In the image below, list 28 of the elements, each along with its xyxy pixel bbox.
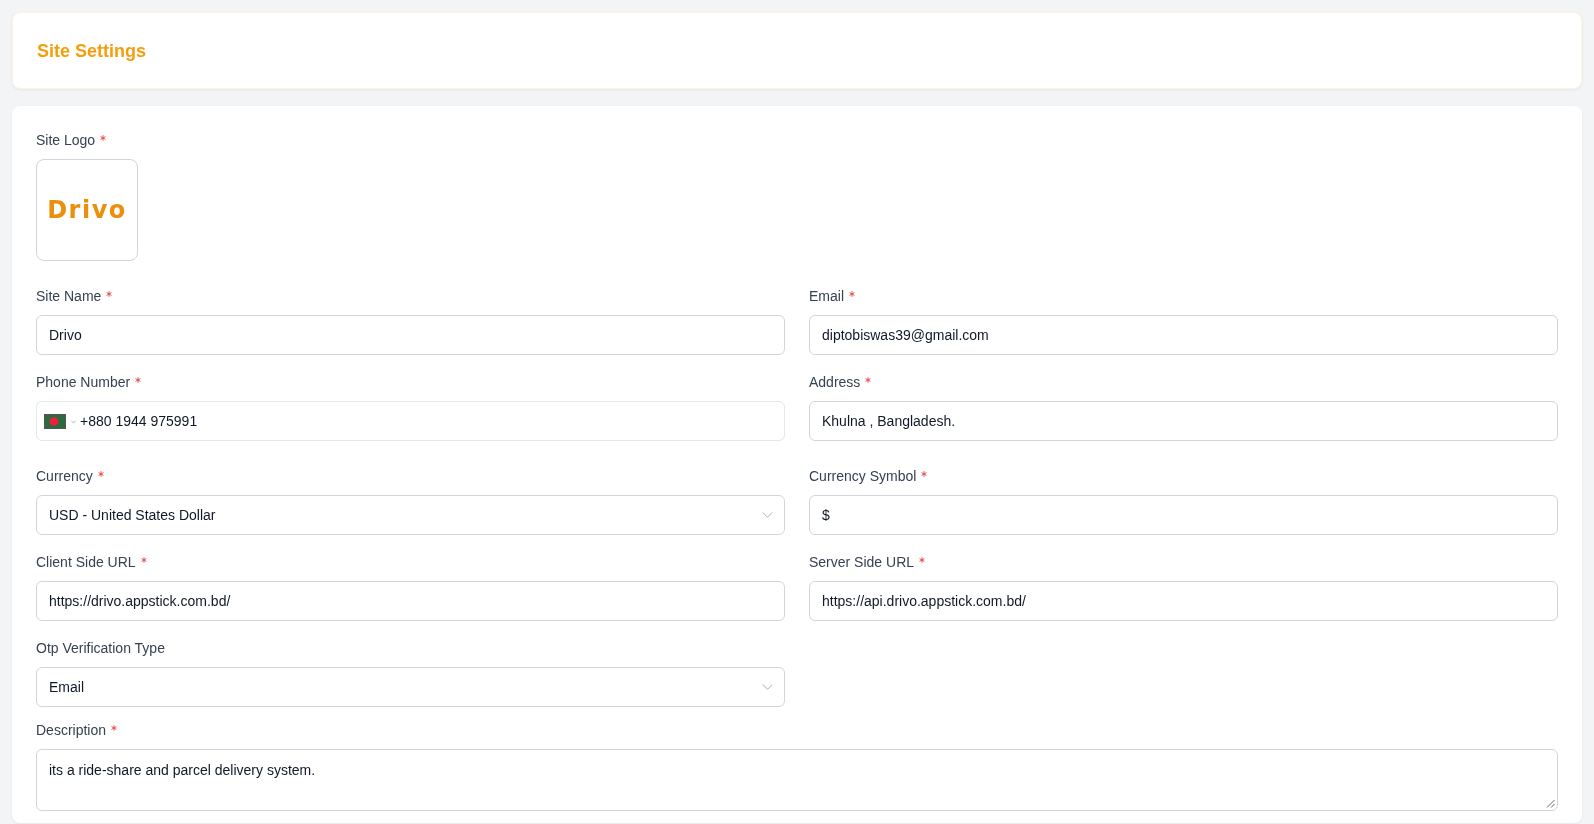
- textarea-field[interactable]: its a ride-share and parcel delivery system.: [36, 749, 1558, 811]
- flag-icon: [44, 413, 66, 429]
- field-label: Site Logo: [36, 131, 96, 150]
- field-label: Phone Number: [36, 373, 131, 392]
- logo-wordmark: Drivo: [47, 197, 127, 223]
- chevron-down-icon[interactable]: [71, 420, 76, 424]
- chevron-down-icon: [762, 512, 773, 518]
- page-title: Site Settings: [37, 39, 147, 62]
- text-input[interactable]: https://drivo.appstick.com.bd/: [36, 581, 785, 621]
- phone-input[interactable]: +880 1944 975991: [36, 401, 785, 441]
- field-label: Otp Verification Type: [36, 639, 165, 658]
- field-label: Client Side URL: [36, 553, 136, 572]
- resize-handle-icon[interactable]: [1546, 799, 1555, 808]
- select-dropdown[interactable]: Email: [36, 667, 785, 707]
- field-label: Server Side URL: [809, 553, 915, 572]
- field-label: Currency Symbol: [809, 467, 917, 486]
- select-dropdown[interactable]: USD - United States Dollar: [36, 495, 785, 535]
- field-label: Email: [809, 287, 844, 306]
- text-input[interactable]: https://api.drivo.appstick.com.bd/: [809, 581, 1558, 621]
- field-label: Site Name: [36, 287, 102, 306]
- text-input[interactable]: Drivo: [36, 315, 785, 355]
- text-input[interactable]: diptobiswas39@gmail.com: [809, 315, 1558, 355]
- chevron-down-icon: [762, 684, 773, 690]
- field-label: Description: [36, 721, 107, 740]
- field-label: Currency: [36, 467, 93, 486]
- text-input[interactable]: Khulna , Bangladesh.: [809, 401, 1558, 441]
- text-input[interactable]: $: [809, 495, 1558, 535]
- field-label: Address: [809, 373, 861, 392]
